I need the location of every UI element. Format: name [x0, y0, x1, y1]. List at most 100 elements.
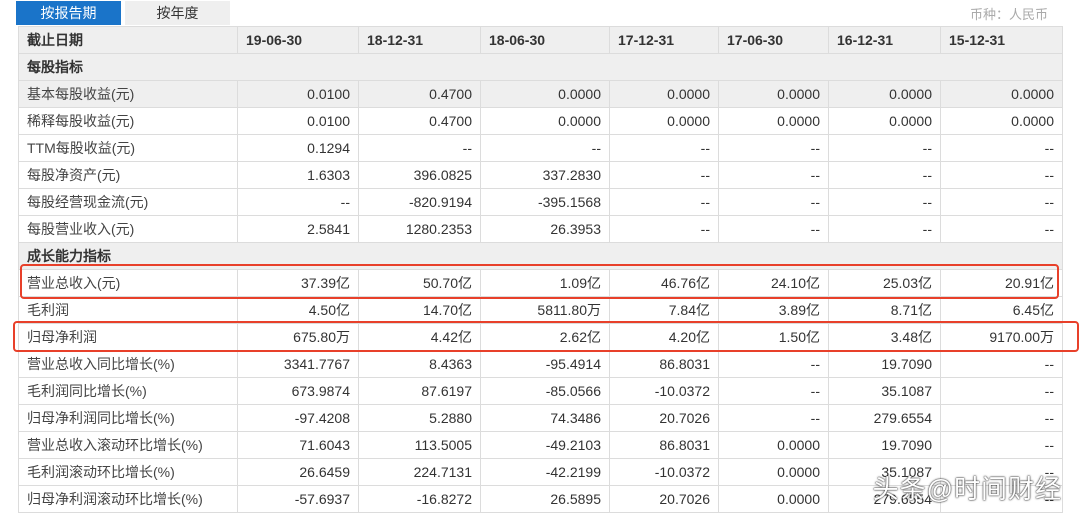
tab-by-report-period[interactable]: 按报告期 [16, 1, 121, 25]
column-header: 19-06-30 [237, 26, 359, 54]
cell-value: 0.0000 [480, 80, 610, 108]
cell-value: -85.0566 [480, 377, 610, 405]
cell-value: -- [609, 188, 719, 216]
section-header-row: 每股指标 [18, 53, 1063, 81]
cell-value: 8.4363 [358, 350, 481, 378]
watermark: 头条@时间财经 [872, 474, 1062, 504]
cell-value: 396.0825 [358, 161, 481, 189]
highlight-revenue-row [20, 264, 1059, 299]
cell-value: 3.89亿 [718, 296, 829, 324]
column-header: 18-06-30 [480, 26, 610, 54]
cell-value: 19.7090 [828, 431, 941, 459]
cell-value: -- [718, 161, 829, 189]
cell-value: -- [828, 161, 941, 189]
cell-value: -10.0372 [609, 377, 719, 405]
cell-value: -95.4914 [480, 350, 610, 378]
cell-value: 0.0000 [828, 107, 941, 135]
cell-value: 224.7131 [358, 458, 481, 486]
cell-value: 0.0000 [609, 80, 719, 108]
table-row: 每股营业收入(元) 2.5841 1280.2353 26.3953 -- -- -- -- [18, 215, 1063, 243]
row-label: 每股营业收入(元) [18, 215, 238, 243]
highlight-net-profit-row [13, 321, 1079, 352]
cell-value: -- [609, 134, 719, 162]
cell-value: 673.9874 [237, 377, 359, 405]
table-row: 毛利润 4.50亿 14.70亿 5811.80万 7.84亿 3.89亿 8.71亿 6.4… [18, 296, 1063, 324]
cell-value: -- [358, 134, 481, 162]
column-header: 16-12-31 [828, 26, 941, 54]
cell-value: 0.0000 [940, 107, 1063, 135]
cell-value: -- [940, 215, 1063, 243]
table-row: 营业总收入滚动环比增长(%) 71.6043 113.5005 -49.2103 86.… [18, 431, 1063, 459]
row-label: 每股净资产(元) [18, 161, 238, 189]
cell-value: 0.0000 [940, 80, 1063, 108]
column-header: 17-12-31 [609, 26, 719, 54]
row-label: 营业总收入滚动环比增长(%) [18, 431, 238, 459]
cell-value: 0.0000 [718, 458, 829, 486]
currency-label: 币种：人民币 [969, 7, 1048, 22]
cell-value: -- [940, 404, 1063, 432]
cell-value: -- [718, 215, 829, 243]
cell-value: 1280.2353 [358, 215, 481, 243]
cell-value: 71.6043 [237, 431, 359, 459]
row-label: 毛利润同比增长(%) [18, 377, 238, 405]
cell-value: -- [718, 377, 829, 405]
cell-value: -- [940, 188, 1063, 216]
cell-value: 8.71亿 [828, 296, 941, 324]
cell-value: -- [718, 404, 829, 432]
row-label: TTM每股收益(元) [18, 134, 238, 162]
column-header: 17-06-30 [718, 26, 829, 54]
cell-value: 6.45亿 [940, 296, 1063, 324]
cell-value: -- [828, 215, 941, 243]
column-header: 15-12-31 [940, 26, 1063, 54]
period-tabs: 按报告期 按年度 [16, 1, 234, 25]
table-row: TTM每股收益(元) 0.1294 -- -- -- -- -- -- [18, 134, 1063, 162]
cell-value: -- [609, 161, 719, 189]
cell-value: 279.6554 [828, 404, 941, 432]
cell-value: -42.2199 [480, 458, 610, 486]
cell-value: 0.0100 [237, 107, 359, 135]
cell-value: -- [940, 377, 1063, 405]
cell-value: 26.3953 [480, 215, 610, 243]
cell-value: 14.70亿 [358, 296, 481, 324]
cell-value: -97.4208 [237, 404, 359, 432]
cell-value: 1.6303 [237, 161, 359, 189]
cell-value: 0.4700 [358, 80, 481, 108]
cell-value: 26.6459 [237, 458, 359, 486]
tab-by-year[interactable]: 按年度 [125, 1, 230, 25]
cell-value: 74.3486 [480, 404, 610, 432]
cell-value: -- [718, 350, 829, 378]
cell-value: 0.0000 [718, 431, 829, 459]
cell-value: 87.6197 [358, 377, 481, 405]
cell-value: 0.0000 [718, 107, 829, 135]
cell-value: -- [828, 188, 941, 216]
cell-value: 7.84亿 [609, 296, 719, 324]
cell-value: 0.0000 [480, 107, 610, 135]
cell-value: -16.8272 [358, 485, 481, 513]
table-row: 归母净利润同比增长(%) -97.4208 5.2880 74.3486 20.7026… [18, 404, 1063, 432]
cell-value: -395.1568 [480, 188, 610, 216]
cell-value: 86.8031 [609, 431, 719, 459]
cell-value: 3341.7767 [237, 350, 359, 378]
cell-value: 35.1087 [828, 377, 941, 405]
cell-value: -- [940, 161, 1063, 189]
cell-value: 5.2880 [358, 404, 481, 432]
cell-value: -- [940, 350, 1063, 378]
table-row: 营业总收入同比增长(%) 3341.7767 8.4363 -95.4914 86.80… [18, 350, 1063, 378]
row-label: 每股经营现金流(元) [18, 188, 238, 216]
cell-value: 2.5841 [237, 215, 359, 243]
table-row: 基本每股收益(元) 0.0100 0.4700 0.0000 0.0000 0.0000 0… [18, 80, 1063, 108]
row-label: 基本每股收益(元) [18, 80, 238, 108]
table-row: 每股净资产(元) 1.6303 396.0825 337.2830 -- -- -- -- [18, 161, 1063, 189]
cell-value: -820.9194 [358, 188, 481, 216]
cell-value: -- [609, 215, 719, 243]
column-header: 18-12-31 [358, 26, 481, 54]
cell-value: 0.0000 [609, 107, 719, 135]
cell-value: 113.5005 [358, 431, 481, 459]
section-title: 每股指标 [18, 53, 1063, 81]
cell-value: 337.2830 [480, 161, 610, 189]
cell-value: 0.0100 [237, 80, 359, 108]
row-label: 营业总收入同比增长(%) [18, 350, 238, 378]
cell-value: 26.5895 [480, 485, 610, 513]
cell-value: 20.7026 [609, 485, 719, 513]
cell-value: 0.1294 [237, 134, 359, 162]
